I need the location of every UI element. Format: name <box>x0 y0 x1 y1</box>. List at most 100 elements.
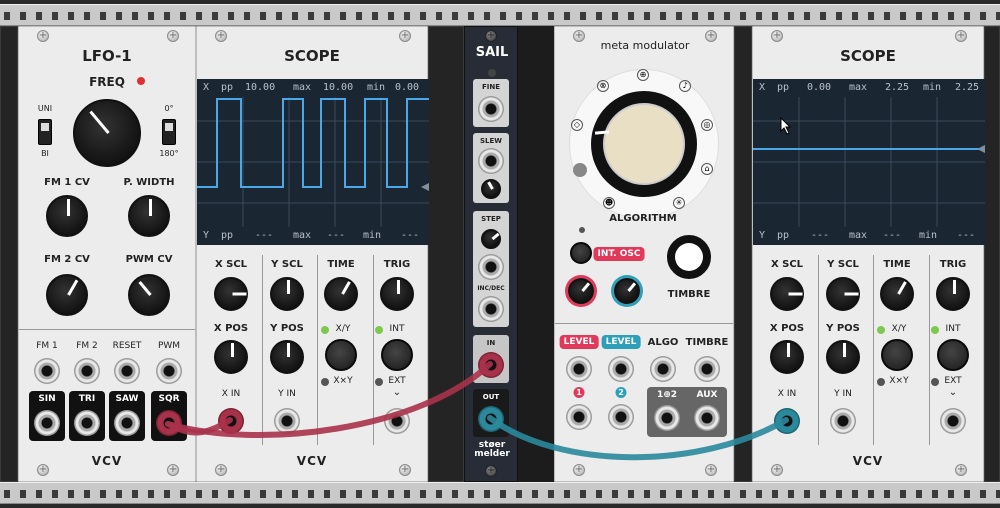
sail-step-knob[interactable] <box>481 229 501 249</box>
timbre-knob[interactable] <box>667 235 711 279</box>
sail-slew-jack[interactable] <box>478 148 504 174</box>
tri-output-jack[interactable] <box>74 410 100 436</box>
lfo-divider <box>19 329 195 330</box>
scope2-y-label: Y <box>759 230 766 241</box>
scope1-bottom-readout: Y pp --- max --- min --- <box>197 227 429 245</box>
scope2-trig-button[interactable] <box>937 339 969 371</box>
sqr-output-jack[interactable] <box>156 410 182 436</box>
scope2-trig-knob[interactable] <box>936 277 970 311</box>
scope2-col-divider <box>929 255 930 445</box>
level1-cv-jack[interactable] <box>566 356 592 382</box>
scope1-xy-button[interactable] <box>325 339 357 371</box>
reset-input-jack[interactable] <box>114 358 140 384</box>
scope2-time-knob[interactable] <box>880 277 914 311</box>
input2-jack[interactable] <box>608 404 634 430</box>
rack-rail-bottom <box>0 482 1000 504</box>
sail-in-jack[interactable] <box>478 352 504 378</box>
scope1-yscl-knob[interactable] <box>270 277 304 311</box>
fm1cv-knob[interactable] <box>46 195 88 237</box>
algo-cv-jack[interactable] <box>650 356 676 382</box>
scope2-ymin-label: min <box>919 230 938 241</box>
sail-incdec-jack[interactable] <box>478 296 504 322</box>
scope1-ypos-knob[interactable] <box>270 340 304 374</box>
sum-output-jack[interactable] <box>654 405 680 431</box>
pwm-label: PWM <box>157 341 181 351</box>
scope1-xpos-knob[interactable] <box>214 340 248 374</box>
level2-knob[interactable] <box>614 278 640 304</box>
pwm-input-jack[interactable] <box>156 358 182 384</box>
fm2cv-knob[interactable] <box>46 274 88 316</box>
deg0-label: 0° <box>164 104 174 113</box>
scope2-yin-jack[interactable] <box>830 408 856 434</box>
sail-slew-knob[interactable] <box>481 179 501 199</box>
plus-screw-icon: + <box>771 30 783 42</box>
algorithm-knob-face[interactable] <box>603 103 685 185</box>
scope2-col-divider <box>818 255 819 445</box>
scope2-xpos-knob[interactable] <box>770 340 804 374</box>
pwidth-label: P. WIDTH <box>123 177 175 188</box>
scope1-xxy-led <box>321 378 329 386</box>
timbre-cv-jack[interactable] <box>694 356 720 382</box>
scope1-display[interactable]: X pp 10.00 max 10.00 min 0.00 Y pp --- m… <box>197 79 429 245</box>
sail-slew-label: SLEW <box>479 137 503 145</box>
sin-output-jack[interactable] <box>34 410 60 436</box>
scope2-xin-jack[interactable] <box>774 408 800 434</box>
sail-step-jack[interactable] <box>478 254 504 280</box>
scope1-ext-trig-jack[interactable] <box>384 408 410 434</box>
scope2-bottom-readout: Y pp --- max --- min --- <box>753 227 985 245</box>
saw-output-jack[interactable] <box>114 410 140 436</box>
scope2-ext-led <box>931 378 939 386</box>
scope1-xin-jack[interactable] <box>218 408 244 434</box>
sail-module[interactable]: + SAIL FINE SLEW STEP INC/DEC IN OUT støe… <box>464 26 518 482</box>
scope1-module[interactable]: + + + + SCOPE X pp 10.00 max 10.00 min 0… <box>196 26 429 482</box>
scope2-module[interactable]: + + + + SCOPE X pp 0.00 max 2.25 min 2.2… <box>752 26 985 482</box>
input1-jack[interactable] <box>566 404 592 430</box>
chevron-down-icon: ⌄ <box>392 387 402 398</box>
sail-status-led <box>488 69 496 77</box>
scope1-time-knob[interactable] <box>324 277 358 311</box>
scope1-xscl-knob[interactable] <box>214 277 248 311</box>
plus-screw-icon: + <box>573 30 585 42</box>
plus-screw-icon: + <box>573 464 585 476</box>
sail-title: SAIL <box>475 45 509 60</box>
algo-icon: ⊗ <box>597 80 609 92</box>
scope1-trig-button[interactable] <box>381 339 413 371</box>
pwidth-knob[interactable] <box>128 195 170 237</box>
vcv-logo: VCV <box>852 454 884 468</box>
sail-fine-jack[interactable] <box>478 96 504 122</box>
scope1-yin-jack[interactable] <box>274 408 300 434</box>
freq-knob[interactable] <box>73 99 141 167</box>
scope2-title: SCOPE <box>840 47 896 65</box>
int-osc-button[interactable] <box>570 242 592 264</box>
scope1-trig-knob[interactable] <box>380 277 414 311</box>
scope1-ypos-label: Y POS <box>270 323 304 334</box>
fm1-input-jack[interactable] <box>34 358 60 384</box>
scope2-display[interactable]: X pp 0.00 max 2.25 min 2.25 Y pp --- max… <box>753 79 985 245</box>
scope2-ypos-knob[interactable] <box>826 340 860 374</box>
scope2-ypp-value: --- <box>811 230 830 241</box>
scope2-ypp-label: pp <box>777 230 790 241</box>
level1-knob[interactable] <box>568 278 594 304</box>
phase-switch[interactable] <box>162 119 176 145</box>
scope2-ext-trig-jack[interactable] <box>940 408 966 434</box>
algo-icon: ✳ <box>673 197 685 209</box>
sail-in-label: IN <box>486 339 496 347</box>
scope2-xy-label: X/Y <box>891 324 907 334</box>
lfo-module[interactable]: + + + + LFO-1 FREQ UNI BI 0° 180° FM 1 C… <box>18 26 196 482</box>
tri-label: TRI <box>78 394 96 404</box>
meta-divider <box>555 323 733 324</box>
scope2-xy-led <box>877 326 885 334</box>
scope2-xscl-label: X SCL <box>770 259 804 270</box>
uni-bi-switch[interactable] <box>38 119 52 145</box>
meta-modulator-module[interactable]: + + + + meta modulator ⊗ ⊕ ♪ ◎ ⌂ ✳ ☻ ◇ A… <box>554 26 734 482</box>
fm2-input-jack[interactable] <box>74 358 100 384</box>
level2-cv-jack[interactable] <box>608 356 634 382</box>
scope2-xy-button[interactable] <box>881 339 913 371</box>
scope2-xscl-knob[interactable] <box>770 277 804 311</box>
rack-blank-right <box>984 26 1000 482</box>
sail-out-jack[interactable] <box>478 406 504 432</box>
aux-output-jack[interactable] <box>694 405 720 431</box>
mouse-cursor-icon <box>780 117 792 135</box>
pwmcv-knob[interactable] <box>128 274 170 316</box>
scope2-yscl-knob[interactable] <box>826 277 860 311</box>
